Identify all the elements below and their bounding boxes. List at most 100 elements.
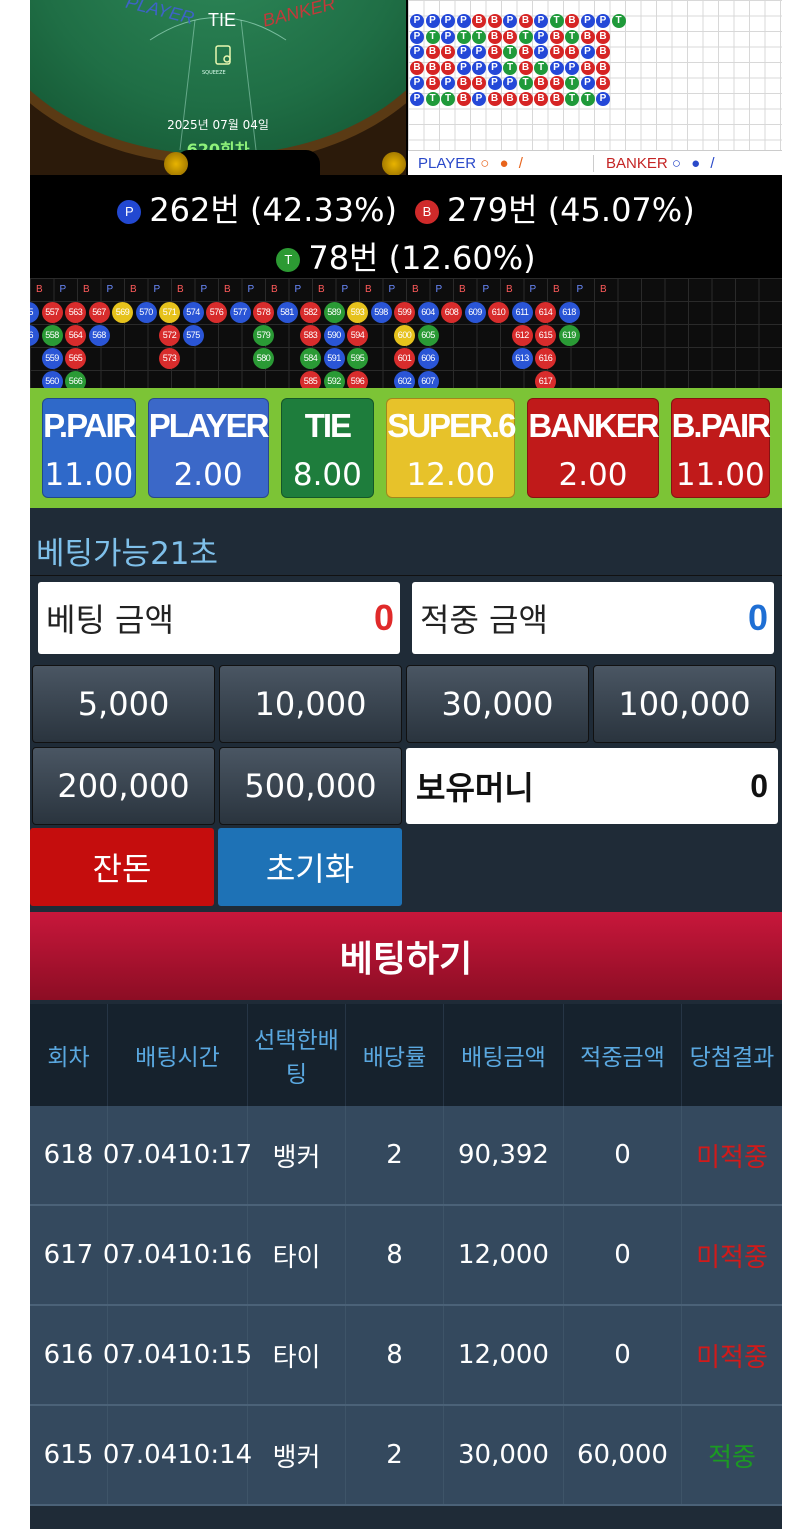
bead-cell: T <box>425 29 440 44</box>
col-win-header: 적중금액 <box>564 1004 682 1106</box>
chip-500000-button[interactable]: 500,000 <box>219 747 402 825</box>
bead-cell: B <box>534 76 548 90</box>
cell-time: 07.04 10:17 <box>103 1106 252 1204</box>
bead-cell: P <box>580 14 595 28</box>
legend-player: PLAYER ○ ● / <box>418 155 593 172</box>
road-cell: 618 <box>558 302 580 323</box>
chip-200000-button[interactable]: 200,000 <box>32 747 215 825</box>
betting-timer: 베팅가능21초 <box>36 536 219 572</box>
road-header: P <box>153 284 161 295</box>
divider <box>30 575 782 576</box>
bead-cell: B <box>472 76 486 90</box>
road-cell: 563 <box>65 302 86 323</box>
road-cell: 567 <box>88 302 110 323</box>
bead-legend: PLAYER ○ ● / BANKER ○ ● / <box>408 150 782 175</box>
table-row: 617 07.04 10:16 타이 8 12,000 0 미적중 <box>30 1206 782 1306</box>
bead-cell: B <box>441 45 455 59</box>
bead-cell: B <box>503 29 517 44</box>
bet-name: P.PAIR <box>43 407 136 444</box>
col-pick-header: 선택한배팅 <box>248 1004 346 1106</box>
bead-cell: B <box>565 14 579 28</box>
chip-100000-button[interactable]: 100,000 <box>593 665 776 743</box>
road-header: B <box>459 284 466 295</box>
bet-banker-pair-button[interactable]: B.PAIR 11.00 <box>670 398 771 498</box>
place-bet-button[interactable]: 베팅하기 <box>30 912 782 1000</box>
balance-label: 보유머니 <box>416 769 534 807</box>
road-cell: 569 <box>112 302 133 323</box>
bead-cell: P <box>456 45 471 59</box>
bead-cell: B <box>580 29 595 44</box>
road-cell: 579 <box>253 325 274 346</box>
chip-30000-button[interactable]: 30,000 <box>406 665 589 743</box>
chip-10000-button[interactable]: 10,000 <box>219 665 402 743</box>
bead-cell: P <box>472 45 486 59</box>
road-cell: 589 <box>323 302 345 323</box>
bead-cell: P <box>456 14 471 28</box>
road-cell: 584 <box>300 348 321 369</box>
road-cell: 572 <box>159 325 180 346</box>
bead-cell: B <box>549 29 564 44</box>
cell-bet: 12,000 <box>444 1306 564 1404</box>
bead-cell: B <box>518 91 533 106</box>
bead-cell: P <box>487 60 502 75</box>
road-cell: 576 <box>206 302 227 323</box>
road-cell: 591 <box>323 348 345 369</box>
cell-odds: 8 <box>346 1206 444 1304</box>
col-bet-header: 배팅금액 <box>444 1004 564 1106</box>
cell-bet: 90,392 <box>444 1106 564 1204</box>
road-cell: 557 <box>41 302 63 323</box>
legend-player-label: PLAYER <box>418 154 477 172</box>
road-header: P <box>482 284 490 295</box>
table-row: 616 07.04 10:15 타이 8 12,000 0 미적중 <box>30 1306 782 1406</box>
road-cell: 605 <box>417 325 439 346</box>
bead-cell: B <box>596 60 610 75</box>
bet-super6-button[interactable]: SUPER.6 12.00 <box>386 398 516 498</box>
road-cell: 581 <box>276 302 298 323</box>
reset-button[interactable]: 초기화 <box>218 828 402 906</box>
legend-banker: BANKER ○ ● / <box>593 154 773 172</box>
chip-5000-button[interactable]: 5,000 <box>32 665 215 743</box>
bead-cell: P <box>410 14 424 28</box>
legend-banker-symbols: ○ ● / <box>671 154 718 172</box>
bead-cell: T <box>518 29 533 44</box>
road-cell: 595 <box>347 348 368 369</box>
cell-time: 10:14 <box>177 1440 253 1470</box>
road-cell: 614 <box>535 302 556 323</box>
player-stat: 262번 (42.33%) <box>149 191 397 229</box>
bead-cell: P <box>472 60 486 75</box>
road-cell: 55 <box>30 302 39 323</box>
bead-cell: P <box>456 60 471 75</box>
road-header: B <box>600 284 607 295</box>
result-stats: P 262번 (42.33%) B 279번 (45.07%) T 78번 (12.60… <box>30 175 782 278</box>
road-header: B <box>271 284 278 295</box>
road-cell: 590 <box>323 325 345 346</box>
road-cell: 577 <box>229 302 251 323</box>
road-cell: 612 <box>511 325 533 346</box>
cell-round: 618 <box>30 1106 108 1204</box>
bet-banker-button[interactable]: BANKER 2.00 <box>527 398 660 498</box>
stats-line-2: T 78번 (12.60%) <box>30 233 782 279</box>
bet-tie-button[interactable]: TIE 8.00 <box>280 398 375 498</box>
road-cell: 566 <box>65 371 86 388</box>
table-tie-label: TIE <box>208 10 237 30</box>
bet-player-pair-button[interactable]: P.PAIR 11.00 <box>42 398 137 498</box>
bet-odds: 8.00 <box>292 457 362 493</box>
bead-cell: T <box>565 91 579 106</box>
tie-stat: 78번 (12.60%) <box>308 239 536 277</box>
balance-field: 보유머니 0 <box>406 748 778 824</box>
bead-cell: B <box>565 45 579 59</box>
bead-cell: P <box>580 45 595 59</box>
cell-pick: 타이 <box>248 1206 346 1304</box>
cell-time: 07.04 10:16 <box>103 1206 252 1304</box>
card-shoe-icon <box>215 45 231 65</box>
road-header: P <box>247 284 255 295</box>
change-button[interactable]: 잔돈 <box>30 828 214 906</box>
road-cell: 578 <box>253 302 274 323</box>
bet-player-button[interactable]: PLAYER 2.00 <box>147 398 270 498</box>
bead-cell: P <box>596 14 610 28</box>
cell-time: 10:15 <box>177 1340 253 1370</box>
table-body: 618 07.04 10:17 뱅커 2 90,392 0 미적중 617 07.04 10:16 타… <box>30 1106 782 1506</box>
road-header: P <box>59 284 67 295</box>
table-row: 615 07.04 10:14 뱅커 2 30,000 60,000 적중 <box>30 1406 782 1506</box>
road-cell: 56 <box>30 325 39 346</box>
